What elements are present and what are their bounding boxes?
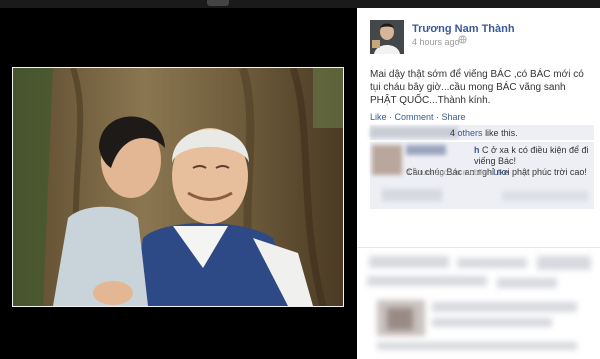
comment-timestamp: 4 hours ago via mobile xyxy=(406,168,487,177)
redacted-block xyxy=(537,256,591,270)
globe-icon xyxy=(458,35,467,46)
photo-image xyxy=(13,68,343,306)
share-link[interactable]: Share xyxy=(442,112,466,122)
commenter-avatar[interactable] xyxy=(372,145,402,175)
commenter-name[interactable]: h xyxy=(474,145,480,155)
redacted-block xyxy=(367,276,487,286)
top-bar-handle[interactable] xyxy=(207,0,229,6)
comment-link[interactable]: Comment xyxy=(395,112,434,122)
comment-like-link[interactable]: Like xyxy=(494,168,509,177)
action-separator: · xyxy=(386,112,395,122)
likes-count: 4 xyxy=(450,128,456,138)
redacted-block xyxy=(457,258,527,268)
redacted-block xyxy=(369,256,449,268)
avatar-image xyxy=(370,20,404,54)
author-name[interactable]: Trương Nam Thành xyxy=(412,23,515,35)
likes-text: 4 others like this. xyxy=(450,128,518,138)
redacted-likers xyxy=(370,127,458,138)
top-bar xyxy=(0,0,600,8)
likes-others-link[interactable]: others xyxy=(458,128,483,138)
action-separator: · xyxy=(433,112,442,122)
redacted-block xyxy=(502,191,588,201)
redacted-comment-box xyxy=(370,179,594,209)
section-divider xyxy=(357,247,600,248)
likes-suffix: like this. xyxy=(485,128,518,138)
like-link[interactable]: Like xyxy=(370,112,387,122)
post-panel: Trương Nam Thành 4 hours ago Mai dậy thậ… xyxy=(357,8,600,359)
redacted-block xyxy=(377,342,577,350)
likes-summary: 4 others like this. xyxy=(370,125,594,140)
redacted-image xyxy=(387,308,413,330)
post-text: Mai dậy thật sớm để viếng BÁC ,có BÁC mớ… xyxy=(370,69,584,106)
redacted-block xyxy=(432,318,552,327)
redacted-block xyxy=(497,278,557,288)
photo-viewer xyxy=(0,0,600,359)
redacted-block xyxy=(432,302,577,312)
post-actions: Like · Comment · Share xyxy=(370,112,466,122)
comment-text-line1: C ở xa k có điều kiện để đi viếng Bác! xyxy=(474,145,589,166)
author-avatar[interactable] xyxy=(370,20,404,54)
redacted-block xyxy=(382,189,442,201)
comment: h C ở xa k có điều kiện để đi viếng Bác!… xyxy=(370,142,594,180)
comment-meta: 4 hours ago via mobile · Like xyxy=(406,168,508,177)
photo[interactable] xyxy=(12,67,344,307)
post-timestamp[interactable]: 4 hours ago xyxy=(412,37,460,47)
